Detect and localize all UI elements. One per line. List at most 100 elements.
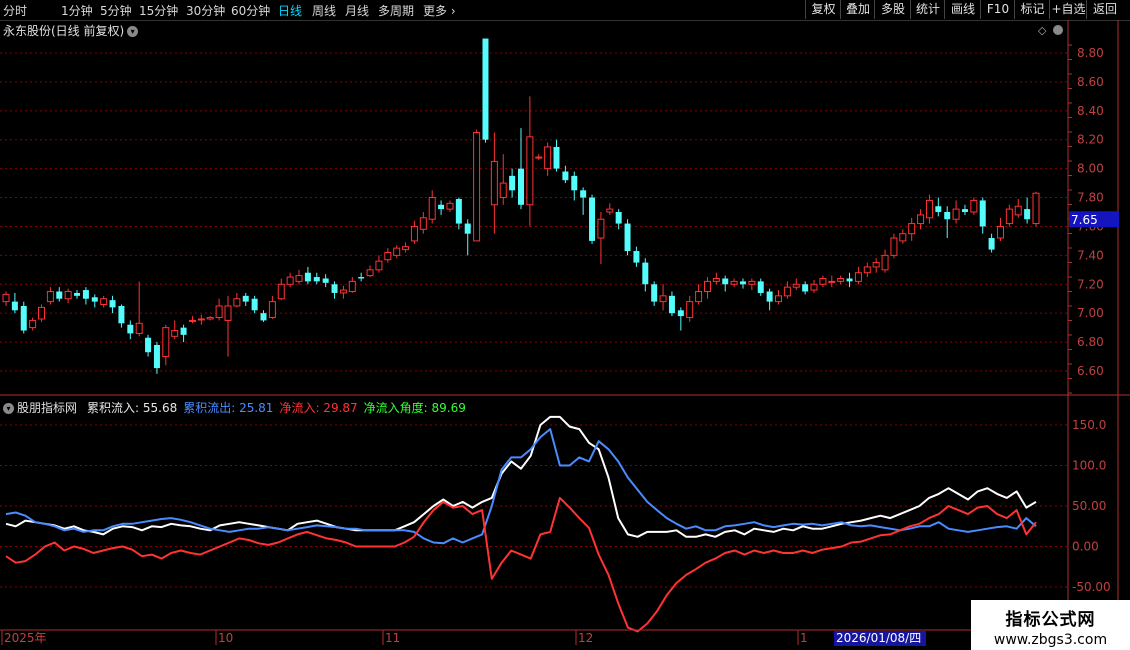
indicator-name: 股朋指标网 [17, 401, 78, 415]
candle-body [917, 214, 925, 225]
candle-body [908, 223, 916, 235]
candle-body [792, 283, 800, 288]
candle-body [464, 223, 471, 234]
candle-body [739, 281, 746, 285]
candle-body [490, 160, 498, 206]
cursor-date-label: 2026/01/08/四 [836, 631, 921, 645]
grid-lines [0, 52, 1068, 588]
candle-body [802, 284, 809, 292]
candle-body [970, 199, 978, 213]
candle-body [162, 327, 170, 358]
candle-body [677, 310, 684, 317]
candle-body [100, 298, 108, 306]
candle-body [153, 344, 160, 369]
candle-body [712, 277, 720, 282]
candle-body [127, 324, 134, 334]
candle-body [473, 132, 481, 242]
price-tick-label: 7.00 [1077, 306, 1104, 320]
candle-body [996, 225, 1004, 239]
candle-body [722, 278, 729, 285]
candle-body [695, 291, 703, 303]
candle-body [633, 251, 640, 263]
candle-body [881, 254, 889, 271]
time-label: 12 [578, 631, 593, 645]
price-tick-label: 7.20 [1077, 277, 1104, 291]
candle-body [757, 281, 764, 293]
candle-body [828, 280, 836, 283]
watermark-url: www.zbgs3.com [993, 632, 1108, 648]
candle-body [197, 318, 205, 321]
candle-body [819, 277, 827, 285]
current-price-label: 7.65 [1071, 213, 1098, 227]
candle-body [651, 284, 658, 302]
candle-body [766, 291, 773, 302]
price-tick-label: 8.00 [1077, 162, 1104, 176]
candle-body [925, 199, 933, 219]
indicator-tick-label: -50.00 [1072, 580, 1111, 594]
candle-body [171, 330, 179, 337]
candle-body [446, 202, 454, 210]
candle-body [890, 237, 898, 256]
candle-body [571, 175, 578, 191]
candle-body [188, 319, 196, 322]
indicator-series-line [5, 496, 1037, 633]
candle-body [597, 218, 605, 239]
candle-body [553, 146, 560, 169]
candle-body [703, 280, 711, 292]
candle-body [402, 246, 410, 251]
candle-body [899, 233, 907, 242]
candle-body [331, 284, 338, 293]
indicator-value-2: 净流入: 29.87 [279, 401, 358, 415]
candle-body [29, 319, 37, 329]
candle-body [1032, 192, 1040, 225]
candle-body [358, 277, 365, 279]
chevron-down-icon[interactable]: ▾ [3, 403, 14, 414]
candle-body [748, 280, 756, 285]
time-label: 2025年 [4, 631, 47, 645]
candle-body [1005, 208, 1013, 225]
candle-body [562, 171, 569, 181]
time-label: 10 [218, 631, 233, 645]
candle-body [526, 136, 534, 206]
candle-body [518, 168, 524, 205]
indicator-value-1: 累积流出: 25.81 [183, 401, 274, 415]
candle-body [268, 301, 276, 319]
candle-body [82, 290, 89, 299]
candle-body [428, 197, 436, 220]
candle-body [952, 208, 960, 220]
candle-body [224, 305, 232, 321]
time-label: 1 [800, 631, 808, 645]
candle-body [615, 212, 622, 224]
time-label: 11 [385, 631, 400, 645]
candle-body [783, 286, 791, 297]
candle-body [277, 283, 285, 300]
price-tick-label: 8.20 [1077, 133, 1104, 147]
candle-body [46, 291, 54, 303]
candle-body [233, 298, 241, 307]
indicator-lines [5, 415, 1037, 633]
watermark: 指标公式网 www.zbgs3.com [971, 600, 1130, 650]
candle-body [642, 262, 649, 285]
candle-body [295, 275, 303, 282]
candle-body [668, 295, 675, 314]
price-tick-label: 8.40 [1077, 104, 1104, 118]
indicator-value-0: 累积流入: 55.68 [87, 401, 178, 415]
candle-body [304, 272, 311, 282]
indicator-tick-label: 50.00 [1072, 499, 1106, 513]
candle-body [846, 278, 853, 282]
candle-body [2, 293, 10, 303]
candle-body [348, 280, 356, 292]
candle-body [64, 291, 72, 300]
candle-body [215, 305, 223, 319]
price-tick-label: 7.80 [1077, 191, 1104, 205]
candle-body [251, 298, 258, 311]
candle-body [242, 295, 249, 302]
candle-body [606, 208, 614, 213]
candle-body [1014, 205, 1022, 216]
candle-body [854, 272, 862, 282]
candle-body [535, 156, 543, 159]
candle-body [624, 223, 631, 252]
indicator-legend: ▾ 股朋指标网 累积流入: 55.68 累积流出: 25.81 净流入: 29.87 净流… [3, 399, 478, 416]
candle-body [419, 217, 427, 230]
candle-body [375, 260, 383, 271]
